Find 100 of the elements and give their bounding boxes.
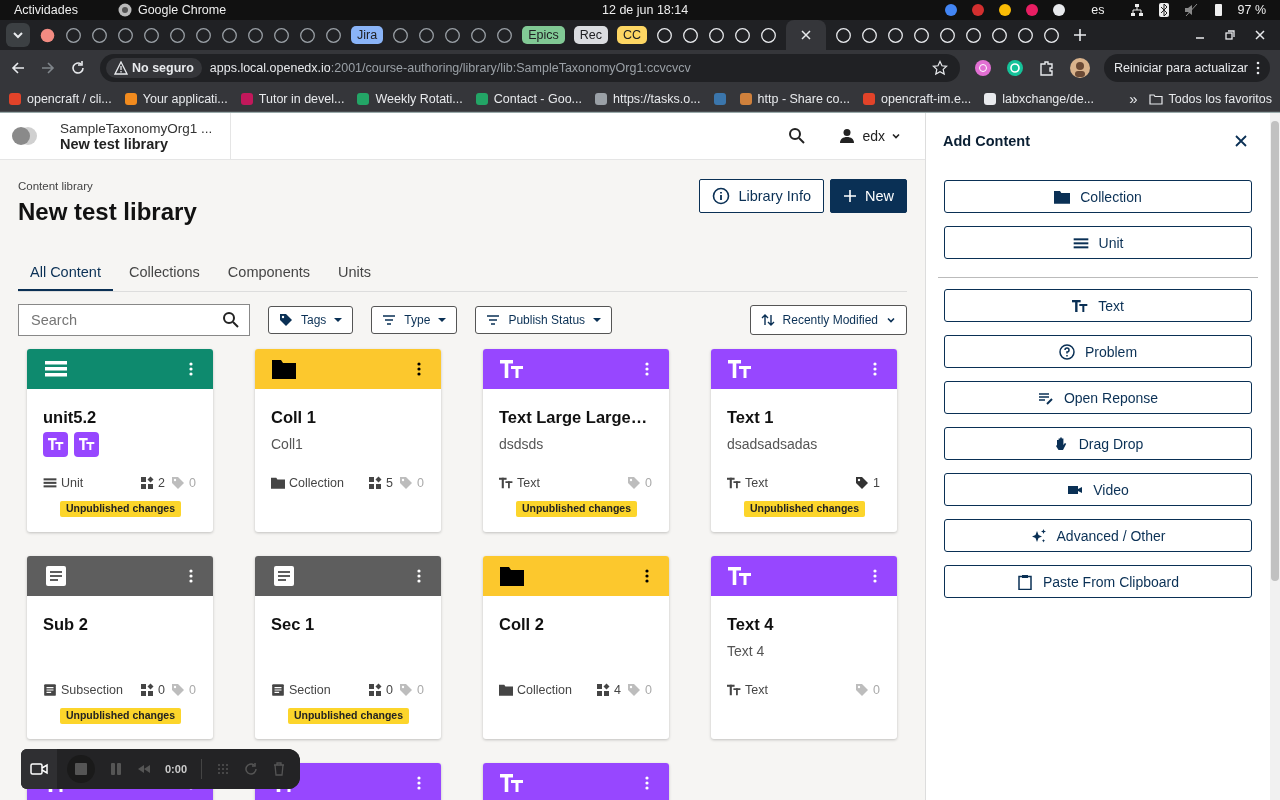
tab-favicon-icon[interactable]	[913, 26, 931, 44]
close-icon[interactable]	[800, 29, 813, 41]
content-card[interactable]: unit5.2 Unit 2 0 Unpublished changes	[27, 349, 213, 532]
tab-favicon-icon[interactable]	[143, 26, 160, 44]
new-button[interactable]: New	[830, 179, 907, 213]
content-card[interactable]: Text Large Large… dsdsds Text 0 Unpublished changes	[483, 349, 669, 532]
clock[interactable]: 12 de jun 18:14	[602, 3, 689, 17]
reload-icon[interactable]	[70, 60, 86, 76]
tab-favicon-icon[interactable]	[195, 26, 212, 44]
add-content-button[interactable]: Open Reponse	[944, 381, 1252, 414]
extension-icon[interactable]	[1005, 59, 1024, 77]
bookmark-favicon-icon[interactable]	[983, 91, 998, 106]
tab-group-label[interactable]: CC	[616, 26, 648, 44]
bookmark-link[interactable]: labxchange/de...	[1002, 91, 1095, 106]
add-content-button[interactable]: Video	[944, 473, 1252, 506]
content-card[interactable]: Coll 2 Collection 4 0	[483, 556, 669, 739]
update-button[interactable]: Reiniciar para actualizar	[1103, 54, 1270, 82]
volume-muted-icon[interactable]	[1183, 3, 1198, 17]
tab-favicon-icon[interactable]	[273, 26, 290, 44]
add-content-button[interactable]: Problem	[944, 335, 1252, 368]
address-field[interactable]: No seguro apps.local.openedx.io:2001/course-authoring/library/lib:SampleTaxonomyOrg1:ccvcvcv	[100, 54, 960, 82]
bookmark-link[interactable]: opencraft / cli...	[27, 91, 112, 106]
more-bookmarks-button[interactable]: »	[1129, 90, 1138, 107]
search-icon[interactable]	[222, 311, 240, 329]
network-icon[interactable]	[1129, 3, 1144, 17]
tab-group-label[interactable]: Rec	[573, 26, 608, 44]
bluetooth-icon[interactable]	[1156, 3, 1171, 17]
tray-icon[interactable]	[998, 3, 1013, 17]
bookmark-link[interactable]: Your applicati...	[142, 91, 228, 106]
add-content-button[interactable]: Collection	[944, 180, 1252, 213]
bookmark-link[interactable]: https://tasks.o...	[613, 91, 701, 106]
content-card[interactable]: Sec 1 Section 0 0 Unpublished changes	[255, 556, 441, 739]
bookmark-star-icon[interactable]	[931, 60, 948, 76]
library-info-button[interactable]: Library Info	[699, 179, 824, 213]
tab-favicon-icon[interactable]	[1043, 26, 1061, 44]
content-card[interactable]: Sub 2 Subsection 0 0 Unpublished changes	[27, 556, 213, 739]
tab-favicon-icon[interactable]	[325, 26, 342, 44]
bookmark-link[interactable]: opencraft-im.e...	[881, 91, 972, 106]
restart-icon[interactable]	[244, 762, 259, 776]
new-tab-icon[interactable]	[1073, 28, 1088, 42]
content-card[interactable]: Coll 1 Coll1 Collection 5 0	[255, 349, 441, 532]
add-content-button[interactable]: Advanced / Other	[944, 519, 1252, 552]
tab-favicon-icon[interactable]	[117, 26, 134, 44]
close-icon[interactable]	[1234, 134, 1248, 148]
search-icon[interactable]	[788, 127, 807, 145]
tab[interactable]: Units	[326, 258, 384, 291]
filter-dropdown[interactable]: Publish Status	[475, 306, 613, 334]
tab-group-label[interactable]: Jira	[351, 26, 384, 44]
tab-favicon-icon[interactable]	[887, 26, 905, 44]
tab-favicon-icon[interactable]	[682, 26, 700, 44]
camera-button[interactable]	[21, 749, 57, 789]
all-bookmarks-link[interactable]: Todos los favoritos	[1168, 91, 1272, 106]
add-content-button[interactable]: Drag Drop	[944, 427, 1252, 460]
tab-favicon-icon[interactable]	[656, 26, 674, 44]
filter-dropdown[interactable]: Tags	[268, 306, 354, 334]
tab-favicon-icon[interactable]	[939, 26, 957, 44]
tab-favicon-icon[interactable]	[1017, 26, 1035, 44]
folder-icon[interactable]	[1149, 91, 1164, 106]
content-card[interactable]: Text 4 Text 4 Text 0	[711, 556, 897, 739]
content-card[interactable]: Text 1 dsadsadsadas Text 1 Unpublished changes	[711, 349, 897, 532]
bookmark-link[interactable]: Tutor in devel...	[258, 91, 345, 106]
tab-favicon-icon[interactable]	[470, 26, 488, 44]
more-options-icon[interactable]	[189, 569, 193, 583]
scrollbar[interactable]	[1270, 113, 1280, 800]
tray-icon[interactable]	[1052, 3, 1067, 17]
tab-favicon-icon[interactable]	[39, 26, 56, 44]
sort-dropdown[interactable]: Recently Modified	[749, 305, 907, 335]
tab-favicon-icon[interactable]	[392, 26, 410, 44]
extension-icon[interactable]	[973, 59, 992, 77]
tab-search-button[interactable]	[6, 23, 30, 47]
add-content-button[interactable]: Paste From Clipboard	[944, 565, 1252, 598]
bookmark-link[interactable]: http - Share co...	[757, 91, 850, 106]
tab-favicon-icon[interactable]	[91, 26, 108, 44]
tab-favicon-icon[interactable]	[991, 26, 1009, 44]
tab-favicon-icon[interactable]	[760, 26, 778, 44]
tab-favicon-icon[interactable]	[299, 26, 316, 44]
user-menu-button[interactable]: edx	[832, 126, 907, 146]
logo-icon[interactable]	[10, 126, 40, 146]
tab-favicon-icon[interactable]	[965, 26, 983, 44]
tab-group-label[interactable]: Epics	[522, 26, 565, 44]
tab-favicon-icon[interactable]	[708, 26, 726, 44]
bookmark-favicon-icon[interactable]	[594, 91, 608, 106]
tab[interactable]: Collections	[116, 258, 212, 291]
active-tab[interactable]	[786, 20, 827, 50]
search-field[interactable]: Search	[18, 304, 250, 336]
more-options-icon[interactable]	[417, 362, 421, 376]
tab-favicon-icon[interactable]	[221, 26, 238, 44]
back-icon[interactable]	[10, 60, 26, 76]
tab-favicon-icon[interactable]	[65, 26, 82, 44]
more-options-icon[interactable]	[417, 569, 421, 583]
tab-favicon-icon[interactable]	[861, 26, 879, 44]
more-options-icon[interactable]	[645, 569, 649, 583]
restore-icon[interactable]	[1224, 29, 1236, 41]
tab-favicon-icon[interactable]	[835, 26, 853, 44]
bookmark-favicon-icon[interactable]	[123, 91, 138, 106]
tab-favicon-icon[interactable]	[247, 26, 264, 44]
tab-favicon-icon[interactable]	[496, 26, 514, 44]
tab-favicon-icon[interactable]	[418, 26, 436, 44]
filter-dropdown[interactable]: Type	[371, 306, 458, 334]
tab-favicon-icon[interactable]	[734, 26, 752, 44]
